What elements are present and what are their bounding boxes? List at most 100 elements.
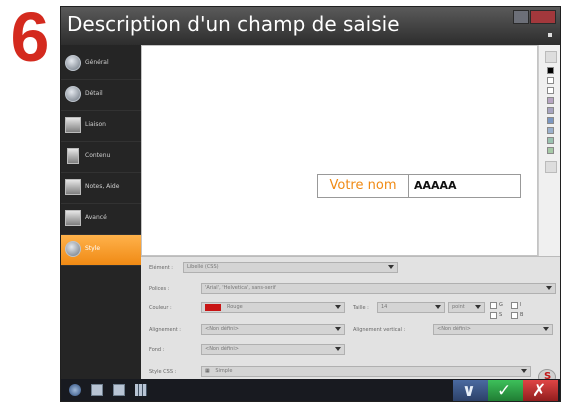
element-value: Libellé (CSS) [187,264,219,270]
title-bar: Description d'un champ de saisie [61,7,560,45]
preview-label: Votre nom [318,175,409,197]
chevron-down-icon [543,327,549,331]
content-icon [67,148,79,164]
valign-label: Alignement vertical : [353,327,406,333]
sidebar-item-label: Style [85,245,101,252]
side-palette [538,45,560,256]
chevron-down-icon [335,347,341,351]
color-swatch [205,304,221,311]
sidebar-item-label: Détail [85,90,103,97]
bold-checkbox[interactable] [490,302,497,309]
start-icon[interactable] [69,384,81,396]
sidebar: Général Détail Liaison Contenu Notes, Ai… [61,45,156,379]
size-value: 14 [381,304,388,310]
css-style-select[interactable]: ▦ Simple [201,366,531,377]
sidebar-item-label: Avancé [85,214,107,221]
chevron-down-icon [546,286,552,290]
cancel-button[interactable]: ✗ [523,380,558,401]
general-icon [65,55,81,71]
sidebar-item-content[interactable]: Contenu [61,142,141,173]
style-icon [65,241,81,257]
element-select[interactable]: Libellé (CSS) [183,262,398,273]
grid-icon[interactable] [135,384,147,396]
sidebar-item-link[interactable]: Liaison [61,111,141,142]
style-properties: Elément : Libellé (CSS) Polices : 'Arial… [141,256,560,385]
preview-canvas: Votre nom AAAAA [141,45,538,256]
screenshot: 6 Description d'un champ de saisie Génér… [0,0,563,407]
chevron-down-icon [435,305,441,309]
palette-swatch[interactable] [547,137,554,144]
size-select[interactable]: 14 [377,302,445,313]
chevron-down-icon [521,369,527,373]
valign-select[interactable]: <Non défini> [433,324,553,335]
ok-button[interactable]: ✓ [488,380,523,401]
underline-checkbox[interactable] [490,312,497,319]
italic-checkbox[interactable] [511,302,518,309]
chevron-down-icon [388,265,394,269]
css-style-icon: ▦ [205,368,210,374]
font-select[interactable]: 'Arial', 'Helvetica', sans-serif [201,283,556,294]
sidebar-item-label: Liaison [85,121,106,128]
unit-value: point [452,304,465,310]
font-value: 'Arial', 'Helvetica', sans-serif [205,285,276,291]
chevron-down-icon [335,305,341,309]
underline-checkbox-label: S [499,312,503,318]
palette-swatch[interactable] [547,107,554,114]
color-label: Couleur : [149,305,172,311]
size-label: Taille : [353,305,369,311]
palette-top-button[interactable] [545,51,557,63]
link-icon [65,117,81,133]
window-icon[interactable] [113,384,125,396]
sidebar-item-notes-help[interactable]: Notes, Aide [61,173,141,204]
taskbar: ∨ ✓ ✗ [61,379,560,401]
chevron-down-icon [475,305,481,309]
strike-checkbox-label: B [520,312,524,318]
color-select[interactable]: Rouge [201,302,345,313]
dialog-window: Description d'un champ de saisie Général… [60,6,561,402]
window-title: Description d'un champ de saisie [67,12,400,36]
advanced-icon [65,210,81,226]
bold-checkbox-label: G [499,302,503,308]
window-icon[interactable] [91,384,103,396]
sidebar-item-detail[interactable]: Détail [61,80,141,111]
palette-swatch[interactable] [547,147,554,154]
font-label: Polices : [149,286,170,292]
sidebar-item-style[interactable]: Style [61,235,156,266]
element-label: Elément : [149,265,173,271]
align-label: Alignement : [149,327,181,333]
unit-select[interactable]: point [448,302,485,313]
palette-swatch[interactable] [547,67,554,74]
palette-swatch[interactable] [547,127,554,134]
background-value: <Non défini> [205,346,239,352]
css-style-label: Style CSS : [149,369,177,375]
palette-swatch[interactable] [547,77,554,84]
chevron-down-icon: ∨ [462,381,476,401]
field-preview[interactable]: Votre nom AAAAA [317,174,521,198]
validate-button[interactable]: ∨ [453,380,488,401]
notes-help-icon [65,179,81,195]
valign-value: <Non défini> [437,326,471,332]
close-button[interactable] [530,10,556,24]
preview-input[interactable]: AAAAA [410,175,521,197]
align-value: <Non défini> [205,326,239,332]
detail-icon [65,86,81,102]
palette-swatch[interactable] [547,87,554,94]
close-icon: ✗ [532,381,547,401]
palette-swatch[interactable] [547,97,554,104]
background-label: Fond : [149,347,165,353]
sidebar-item-general[interactable]: Général [61,49,141,80]
step-number: 6 [10,0,50,76]
chevron-down-icon [335,327,341,331]
palette-bottom-button[interactable] [545,161,557,173]
sidebar-item-label: Général [85,59,109,66]
sidebar-item-advanced[interactable]: Avancé [61,204,141,235]
strike-checkbox[interactable] [511,312,518,319]
palette-swatch[interactable] [547,117,554,124]
css-style-value: Simple [215,368,233,374]
minimize-button[interactable] [513,10,529,24]
background-select[interactable]: <Non défini> [201,344,345,355]
sidebar-item-label: Notes, Aide [85,183,120,190]
align-select[interactable]: <Non défini> [201,324,345,335]
sidebar-item-label: Contenu [85,152,111,159]
window-menu-icon[interactable] [548,33,552,37]
